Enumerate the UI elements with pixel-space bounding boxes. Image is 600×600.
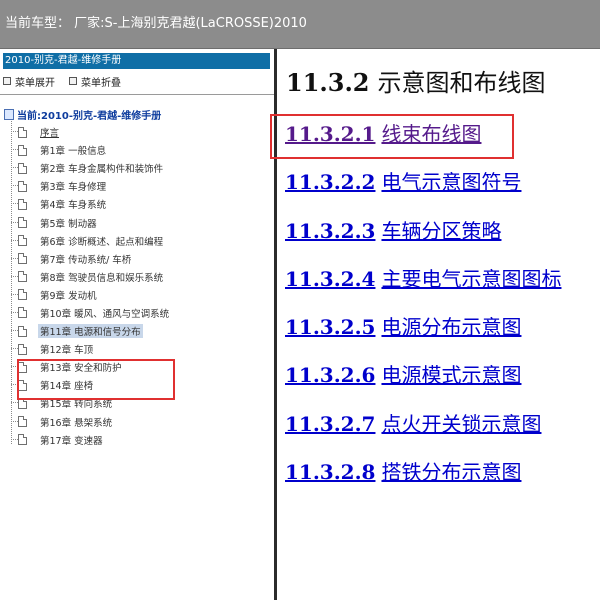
collapse-icon	[69, 77, 77, 85]
page-title: 11.3.2 示意图和布线图	[286, 63, 546, 98]
section-link-number: 11.3.2.2	[285, 170, 376, 195]
section-link-number: 11.3.2.3	[285, 218, 376, 243]
section-link-number: 11.3.2.4	[285, 266, 376, 291]
section-link-power-distribution[interactable]: 11.3.2.5 电源分布示意图	[285, 312, 561, 360]
tree-item-label: 第10章 暖风、通风与空调系统	[40, 308, 170, 320]
book-icon	[4, 108, 14, 120]
menu-expand-label: 菜单展开	[15, 77, 55, 89]
tree-item-label: 第9章 发动机	[40, 290, 97, 302]
tree-root-label: 当前:2010-别克-君越-维修手册	[17, 110, 162, 122]
sidebar-divider	[0, 94, 275, 95]
document-icon	[18, 235, 27, 247]
page-title-number: 11.3.2	[286, 68, 370, 97]
document-icon	[18, 144, 27, 156]
tree-item-label: 第1章 一般信息	[40, 146, 107, 158]
expand-icon	[3, 77, 11, 85]
section-link-ignition-lock[interactable]: 11.3.2.7 点火开关锁示意图	[285, 409, 561, 457]
section-link-power-mode[interactable]: 11.3.2.6 电源模式示意图	[285, 360, 561, 408]
document-icon	[18, 289, 27, 301]
section-link-text: 电气示意图符号	[381, 170, 522, 195]
sidebar-title: 2010-别克-君越-维修手册	[3, 53, 270, 69]
top-bar: 当前车型： 厂家:S-上海别克君越(LaCROSSE)2010	[0, 0, 600, 49]
tree-item-label: 第16章 悬架系统	[40, 417, 113, 429]
tree-item-preface[interactable]: 序言	[0, 123, 171, 141]
tree-item-label: 第6章 诊断概述、起点和编程	[40, 236, 164, 248]
section-link-zoning-strategy[interactable]: 11.3.2.3 车辆分区策略	[285, 216, 561, 264]
tree-item-ch17[interactable]: 第17章 变速器	[0, 431, 171, 449]
tree-item-ch16[interactable]: 第16章 悬架系统	[0, 413, 171, 431]
tree-item-ch6[interactable]: 第6章 诊断概述、起点和编程	[0, 232, 171, 250]
section-link-number: 11.3.2.5	[285, 315, 376, 340]
menu-collapse-button[interactable]: 菜单折叠	[69, 74, 121, 89]
tree-root[interactable]: 当前:2010-别克-君越-维修手册	[4, 107, 162, 122]
document-icon	[18, 343, 27, 355]
section-link-text: 车辆分区策略	[381, 218, 502, 243]
section-link-text: 电源模式示意图	[381, 363, 522, 388]
section-link-text: 主要电气示意图图标	[381, 266, 562, 291]
tree-item-ch8[interactable]: 第8章 驾驶员信息和娱乐系统	[0, 268, 171, 286]
tree-item-label: 第2章 车身金属构件和装饰件	[40, 164, 164, 176]
section-link-schematic-icons[interactable]: 11.3.2.4 主要电气示意图图标	[285, 264, 561, 312]
document-icon	[18, 198, 27, 210]
document-icon	[18, 434, 27, 446]
document-icon	[18, 307, 27, 319]
section-link-text: 搭铁分布示意图	[381, 460, 522, 485]
menu-collapse-label: 菜单折叠	[81, 77, 121, 89]
tree-item-label: 第17章 变速器	[40, 435, 103, 447]
section-link-number: 11.3.2.8	[285, 460, 376, 485]
tree-item-label: 第5章 制动器	[40, 218, 97, 230]
current-car-label: 当前车型： 厂家:S-上海别克君越(LaCROSSE)2010	[5, 16, 307, 31]
section-link-text: 电源分布示意图	[381, 315, 522, 340]
sidebar: 2010-别克-君越-维修手册 菜单展开 菜单折叠 当前:2010-别克-君越-…	[0, 49, 275, 600]
page-title-text: 示意图和布线图	[377, 69, 546, 97]
tree-item-ch1[interactable]: 第1章 一般信息	[0, 141, 171, 159]
section-link-schematic-symbols[interactable]: 11.3.2.2 电气示意图符号	[285, 167, 561, 215]
document-icon	[18, 162, 27, 174]
highlight-box-harness-link	[270, 114, 514, 159]
section-link-number: 11.3.2.7	[285, 411, 376, 436]
tree-item-label: 第11章 电源和信号分布	[38, 324, 143, 339]
tree-item-ch9[interactable]: 第9章 发动机	[0, 286, 171, 304]
document-icon	[18, 416, 27, 428]
document-icon	[18, 126, 27, 138]
tree-item-label: 第8章 驾驶员信息和娱乐系统	[40, 272, 164, 284]
document-icon	[18, 271, 27, 283]
tree-item-ch3[interactable]: 第3章 车身修理	[0, 177, 171, 195]
tree-item-ch7[interactable]: 第7章 传动系统/ 车桥	[0, 250, 171, 268]
tree-item-label: 第4章 车身系统	[40, 200, 107, 212]
section-link-number: 11.3.2.6	[285, 363, 376, 388]
tree-item-ch2[interactable]: 第2章 车身金属构件和装饰件	[0, 159, 171, 177]
section-links: 11.3.2.1 线束布线图 11.3.2.2 电气示意图符号 11.3.2.3 车辆…	[285, 119, 561, 505]
section-link-text: 点火开关锁示意图	[381, 411, 542, 436]
tree-item-label: 序言	[40, 128, 60, 140]
tree-item-ch4[interactable]: 第4章 车身系统	[0, 195, 171, 213]
document-icon	[18, 180, 27, 192]
menu-expand-button[interactable]: 菜单展开	[3, 74, 55, 89]
tree-item-label: 第7章 传动系统/ 车桥	[40, 254, 132, 266]
tree-item-ch12[interactable]: 第12章 车顶	[0, 340, 171, 358]
tree-item-label: 第12章 车顶	[40, 345, 94, 357]
tree-item-label: 第3章 车身修理	[40, 182, 107, 194]
sidebar-toolbar: 菜单展开 菜单折叠	[3, 74, 135, 89]
document-icon	[18, 253, 27, 265]
document-icon	[18, 217, 27, 229]
highlight-box-chapter11	[17, 359, 175, 400]
document-icon	[18, 325, 27, 337]
tree-item-ch5[interactable]: 第5章 制动器	[0, 213, 171, 231]
tree-item-ch10[interactable]: 第10章 暖风、通风与空调系统	[0, 304, 171, 322]
section-link-ground-distribution[interactable]: 11.3.2.8 搭铁分布示意图	[285, 457, 561, 505]
tree-item-ch11[interactable]: 第11章 电源和信号分布	[0, 322, 171, 340]
